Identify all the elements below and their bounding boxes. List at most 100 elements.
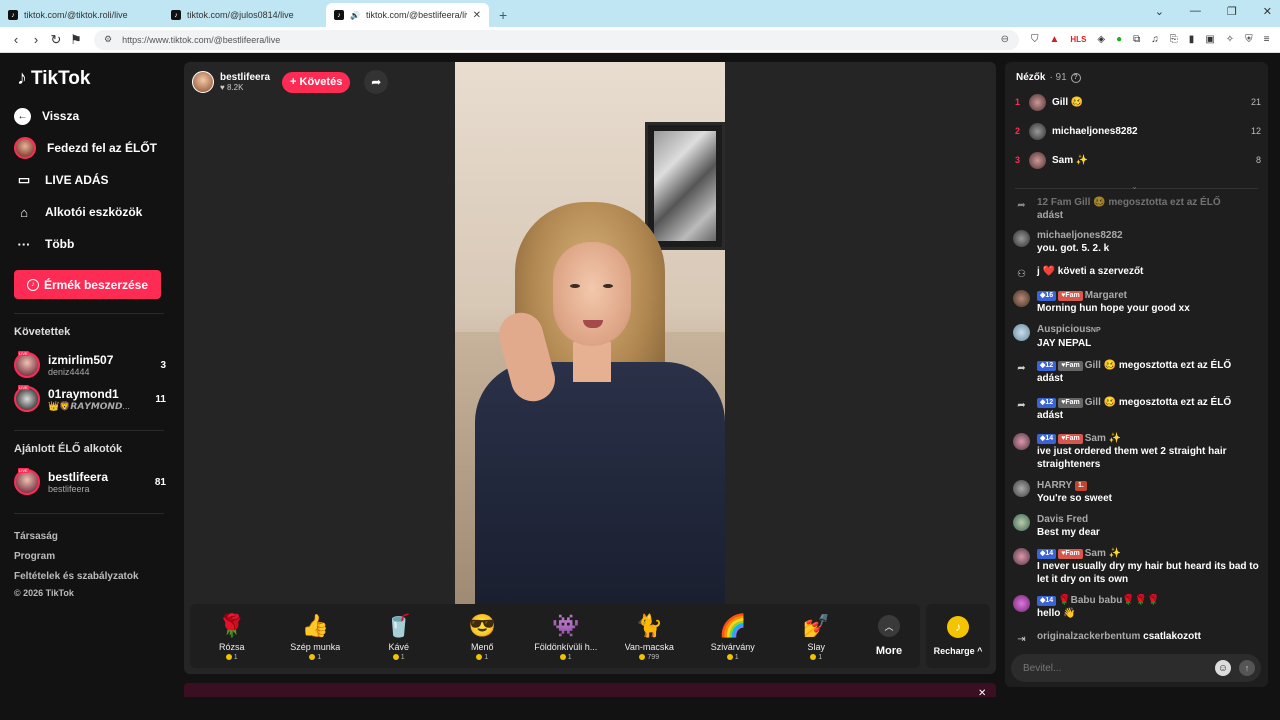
avatar[interactable] xyxy=(1013,480,1030,497)
reload-icon[interactable]: ↻ xyxy=(46,32,66,48)
emoji-icon[interactable]: ☺ xyxy=(1215,660,1231,676)
avatar[interactable] xyxy=(1013,548,1030,565)
vpn-icon[interactable]: ⛨ xyxy=(1245,34,1253,45)
message-user[interactable]: originalzackerbentum xyxy=(1037,631,1140,642)
gift-item[interactable]: 👾 Földönkívüli h... 1 xyxy=(524,612,608,661)
footer-link-terms[interactable]: Feltételek és szabályzatok xyxy=(14,566,166,586)
message-text: hello 👋 xyxy=(1037,608,1076,619)
chat-message: ◆16 ♥Fam Margaret Morning hun hope your go… xyxy=(1013,289,1261,315)
close-icon[interactable]: ✕ xyxy=(978,688,986,699)
bookmark-icon[interactable]: ⚑ xyxy=(66,32,86,48)
nav-more[interactable]: ··· Több xyxy=(14,228,166,260)
gift-name: Rózsa xyxy=(218,641,245,652)
footer-link-company[interactable]: Társaság xyxy=(14,526,166,546)
avatar[interactable] xyxy=(1013,433,1030,450)
warning-icon[interactable]: ▲ xyxy=(1050,34,1060,45)
message-user[interactable]: Auspicious xyxy=(1037,324,1091,335)
chevron-down-icon[interactable]: ⌄ xyxy=(1131,182,1138,191)
message-text: Morning hun hope your good xx xyxy=(1037,303,1190,314)
message-user[interactable]: 🌹Babu babu🌹🌹🌹 xyxy=(1058,595,1159,606)
tab-list-icon[interactable]: ⌄ xyxy=(1155,5,1164,18)
chat-message: ➦ ◆12 ♥Fam Gill 🥴 megosztotta ezt az ÉLŐ a… xyxy=(1013,359,1261,385)
new-tab-button[interactable]: + xyxy=(499,7,507,23)
gift-item[interactable]: 🌹 Rózsa 1 xyxy=(190,612,274,661)
gift-item[interactable]: 💅 Slay 1 xyxy=(775,612,859,661)
nav-explore-live[interactable]: Fedezd fel az ÉLŐT xyxy=(14,132,166,164)
gift-item[interactable]: 😎 Menő 1 xyxy=(441,612,525,661)
browser-tab-1[interactable]: ♪ tiktok.com/@tiktok.roli/live xyxy=(0,3,163,27)
footer-link-program[interactable]: Program xyxy=(14,546,166,566)
message-user[interactable]: michaeljones8282 xyxy=(1037,230,1123,241)
copy-icon[interactable]: ⎘ xyxy=(1170,34,1178,45)
tiktok-logo[interactable]: ♪ TikTok xyxy=(17,67,166,90)
gift-price: 1 xyxy=(810,654,822,661)
minimize-icon[interactable]: — xyxy=(1190,5,1201,18)
avatar[interactable] xyxy=(1013,324,1030,341)
browser-tab-3[interactable]: ♪ 🔊 tiktok.com/@bestlifeera/live ✕ xyxy=(326,3,489,27)
message-user[interactable]: Gill 🥴 xyxy=(1085,397,1116,408)
level-badge: ◆14 xyxy=(1037,596,1057,606)
suggested-account[interactable]: LIVE bestlifeera bestlifeera 81 xyxy=(14,465,166,499)
avatar[interactable] xyxy=(1013,595,1030,612)
forward-icon[interactable]: › xyxy=(26,32,46,47)
shield-icon[interactable]: ◈ xyxy=(1097,34,1105,45)
speaker-icon[interactable]: 🔊 xyxy=(350,11,360,20)
chevron-up-icon: ︿ xyxy=(878,615,900,637)
browser-tab-2[interactable]: ♪ tiktok.com/@julos0814/live xyxy=(163,3,326,27)
avatar[interactable] xyxy=(1013,290,1030,307)
info-icon[interactable]: ? xyxy=(1070,72,1081,83)
sidebar-icon[interactable]: ▮ xyxy=(1189,34,1195,45)
bottom-banner[interactable] xyxy=(184,683,996,697)
gift-item[interactable]: 👍 Szép munka 1 xyxy=(274,612,358,661)
gift-name: Földönkívüli h... xyxy=(534,641,598,652)
more-gifts-button[interactable]: ︿ More xyxy=(858,615,920,657)
nav-live-studio[interactable]: ▭ LIVE ADÁS xyxy=(14,164,166,196)
nav-back[interactable]: ← Vissza xyxy=(14,100,166,132)
top-viewer[interactable]: 2 michaeljones8282 12 xyxy=(1015,121,1261,141)
tab-title: tiktok.com/@bestlifeera/live xyxy=(365,10,467,20)
zoom-icon[interactable]: ⊖ xyxy=(1001,34,1009,45)
menu-icon[interactable]: ≡ xyxy=(1264,34,1270,45)
host-name[interactable]: bestlifeera xyxy=(220,72,270,83)
back-icon[interactable]: ‹ xyxy=(6,32,26,47)
avatar[interactable] xyxy=(1013,514,1030,531)
close-tab-icon[interactable]: ✕ xyxy=(473,10,481,21)
nav-creator-tools[interactable]: ⌂ Alkotói eszközök xyxy=(14,196,166,228)
avatar[interactable] xyxy=(1013,230,1030,247)
close-window-icon[interactable]: ✕ xyxy=(1263,5,1272,18)
sparkle-icon[interactable]: ✧ xyxy=(1226,34,1234,45)
recharge-button[interactable]: ♪ Recharge ^ xyxy=(926,604,990,668)
chat-input[interactable] xyxy=(1023,662,1215,674)
message-user[interactable]: Davis Fred xyxy=(1037,514,1088,525)
following-account[interactable]: LIVE izmirlim507 deniz4444 3 xyxy=(14,348,166,382)
address-bar[interactable]: ⚙ https://www.tiktok.com/@bestlifeera/li… xyxy=(94,29,1019,50)
music-icon[interactable]: ♫ xyxy=(1151,34,1159,45)
share-icon[interactable]: ➦ xyxy=(364,70,389,94)
top-viewer[interactable]: 3 Sam ✨ 8 xyxy=(1015,150,1261,170)
site-info-icon[interactable]: ⚙ xyxy=(104,34,112,45)
message-user[interactable]: HARRY xyxy=(1037,480,1072,491)
send-icon[interactable]: ↑ xyxy=(1239,660,1255,676)
message-user[interactable]: Gill 🥴 xyxy=(1085,360,1116,371)
message-user[interactable]: Sam ✨ xyxy=(1085,433,1121,444)
message-user[interactable]: Sam ✨ xyxy=(1085,548,1121,559)
divider xyxy=(14,513,164,514)
hls-extension-icon[interactable]: HLS xyxy=(1070,35,1086,44)
gift-item[interactable]: 🥤 Kávé 1 xyxy=(357,612,441,661)
gift-item[interactable]: 🌈 Szivárvány 1 xyxy=(691,612,775,661)
get-coins-button[interactable]: ♪ Érmék beszerzése xyxy=(14,270,161,299)
follow-button[interactable]: + Követés xyxy=(282,71,351,93)
maximize-icon[interactable]: ❐ xyxy=(1227,5,1237,18)
host-avatar[interactable] xyxy=(192,71,214,93)
following-account[interactable]: LIVE 01raymond1 👑🦁𝙍𝘼𝙔𝙈𝙊𝙉𝘿... 11 xyxy=(14,382,166,416)
message-user[interactable]: Margaret xyxy=(1085,290,1127,301)
gift-item[interactable]: 🐈 Van-macska 799 xyxy=(608,612,692,661)
url-text: https://www.tiktok.com/@bestlifeera/live xyxy=(122,34,281,45)
viewers-header[interactable]: Nézők · 91 ? xyxy=(1016,72,1081,83)
top-viewer[interactable]: 1 Gill 🥴 21 xyxy=(1015,92,1261,112)
wallet-icon[interactable]: ▣ xyxy=(1205,34,1214,45)
color-extension-icon[interactable]: ● xyxy=(1116,34,1122,45)
layers-icon[interactable]: ⧉ xyxy=(1133,34,1140,45)
live-video[interactable] xyxy=(455,62,725,604)
brave-shield-icon[interactable]: ⛉ xyxy=(1031,34,1039,45)
